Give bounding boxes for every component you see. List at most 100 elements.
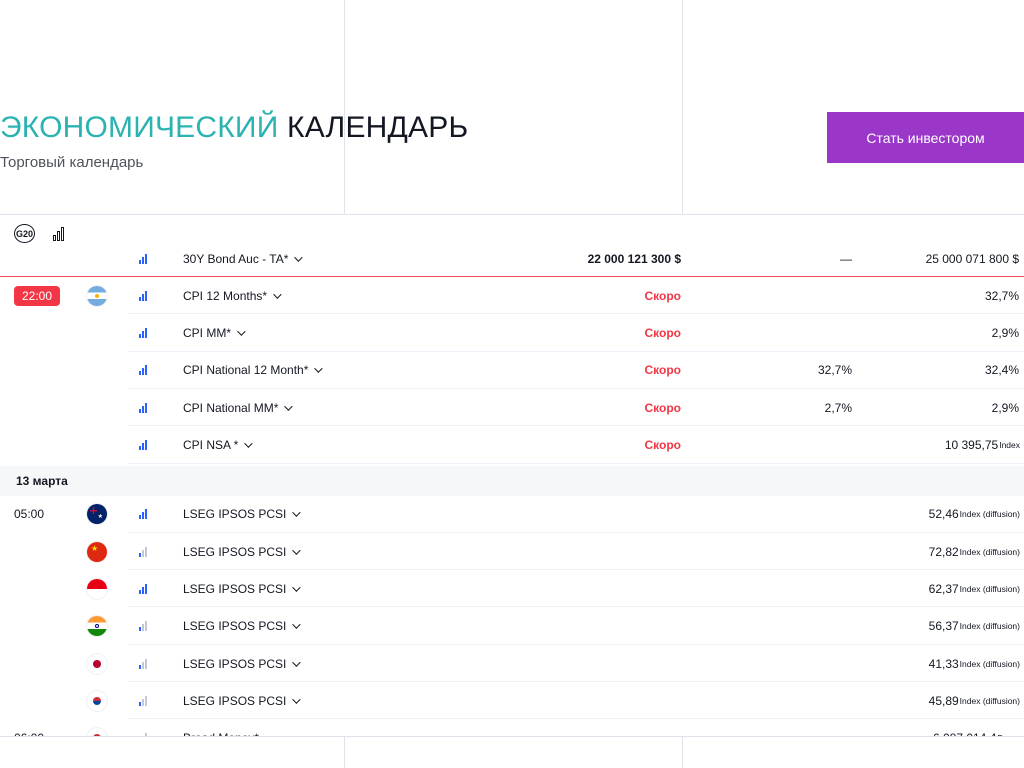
footer-strip	[0, 736, 1024, 768]
country-cell	[86, 389, 108, 426]
country-cell: ★	[86, 496, 108, 533]
become-investor-button[interactable]: Стать инвестором	[827, 112, 1024, 163]
time-cell	[14, 682, 74, 719]
chevron-down-icon[interactable]	[273, 290, 282, 299]
importance-cell	[139, 570, 153, 607]
chevron-down-icon[interactable]	[292, 657, 302, 667]
country-cell	[86, 682, 108, 719]
indonesia-flag-icon	[87, 578, 107, 599]
event-name[interactable]: CPI NSA *	[183, 427, 483, 464]
event-name[interactable]: LSEG IPSOS PCSI	[183, 645, 483, 682]
event-name[interactable]: Broad Money*	[183, 720, 483, 737]
table-row[interactable]: CPI MM* Скоро 2,9%	[0, 315, 1024, 352]
country-cell	[86, 240, 108, 277]
header-divider	[0, 214, 1024, 215]
chevron-down-icon[interactable]	[292, 545, 302, 555]
importance-filter-icon[interactable]	[53, 226, 64, 241]
china-flag-icon: ★	[87, 541, 107, 562]
importance-cell	[139, 277, 153, 314]
event-name[interactable]: 30Y Bond Auc - TA*	[183, 240, 483, 277]
row-divider	[128, 462, 1024, 464]
table-row[interactable]: LSEG IPSOS PCSI 41,33 Index (diffusion)	[0, 645, 1024, 682]
prior-cell: 41,33 Index (diffusion)	[929, 645, 1020, 682]
page-title-rest: КАЛЕНДАРЬ	[287, 111, 469, 144]
event-name[interactable]: LSEG IPSOS PCSI	[183, 533, 483, 570]
forecast-value: 32,7%	[817, 363, 852, 378]
calendar-table: 30Y Bond Auc - TA* 22 000 121 300 $ — 25 00…	[0, 240, 1024, 737]
prior-value: 32,4%	[984, 363, 1019, 378]
table-row[interactable]: 22:00 CPI 12 Months* Скоро 32,7%	[0, 277, 1024, 315]
prior-cell: 32,7%	[985, 277, 1020, 314]
prior-cell: 2,9%	[992, 389, 1020, 426]
chevron-down-icon[interactable]	[294, 252, 304, 262]
date-header: 13 марта	[0, 465, 1024, 496]
event-name[interactable]: CPI National MM*	[183, 389, 483, 426]
chevron-down-icon[interactable]	[244, 439, 254, 448]
prior-value: 72,82	[928, 544, 959, 559]
event-name[interactable]: LSEG IPSOS PCSI	[183, 682, 483, 719]
country-cell: ★	[86, 533, 108, 570]
prior-unit: Index (diffusion)	[959, 583, 1020, 594]
event-name[interactable]: CPI MM*	[183, 315, 483, 352]
event-name[interactable]: CPI National 12 Month*	[183, 352, 483, 389]
table-row[interactable]: LSEG IPSOS PCSI 56,37 Index (diffusion)	[0, 608, 1024, 645]
prior-unit: Index (diffusion)	[959, 621, 1020, 632]
prior-unit: Index (diffusion)	[959, 695, 1020, 706]
importance-icon	[139, 253, 147, 264]
prior-value: 52,46	[928, 507, 959, 522]
event-name[interactable]: CPI 12 Months*	[183, 277, 483, 314]
importance-icon	[139, 695, 147, 706]
chevron-down-icon[interactable]	[314, 364, 324, 374]
table-row[interactable]: CPI National MM* Скоро 2,7% 2,9%	[0, 389, 1024, 427]
event-name[interactable]: LSEG IPSOS PCSI	[183, 496, 483, 533]
grid-line	[682, 737, 683, 768]
chevron-down-icon[interactable]	[292, 695, 302, 704]
page-title-accent: ЭКОНОМИЧЕСКИЙ	[0, 111, 279, 144]
event-label: LSEG IPSOS PCSI	[183, 619, 287, 634]
country-cell	[86, 720, 108, 737]
importance-cell	[139, 315, 153, 352]
event-label: LSEG IPSOS PCSI	[183, 693, 287, 708]
importance-cell	[139, 389, 153, 426]
importance-cell	[139, 496, 153, 533]
importance-cell	[139, 645, 153, 682]
table-row[interactable]: LSEG IPSOS PCSI 62,37 Index (diffusion)	[0, 570, 1024, 608]
table-row[interactable]: ★ LSEG IPSOS PCSI 72,82 Index (diffusion)	[0, 533, 1024, 571]
importance-icon	[139, 328, 147, 339]
importance-cell	[139, 533, 153, 570]
table-row[interactable]: CPI National 12 Month* Скоро 32,7% 32,4%	[0, 352, 1024, 389]
table-row[interactable]: LSEG IPSOS PCSI 45,89 Index (diffusion)	[0, 682, 1024, 720]
importance-icon	[139, 402, 147, 413]
prior-unit: Index (diffusion)	[959, 509, 1020, 520]
prior-unit: Index (diffusion)	[959, 546, 1020, 557]
australia-flag-icon: ★	[87, 504, 107, 525]
chevron-down-icon[interactable]	[292, 620, 302, 630]
actual-value: Скоро	[644, 326, 681, 341]
chevron-down-icon[interactable]	[284, 402, 294, 411]
chevron-down-icon[interactable]	[292, 583, 302, 592]
prior-cell: 72,82 Index (diffusion)	[929, 533, 1020, 570]
chevron-down-icon[interactable]	[292, 508, 302, 518]
page-title: ЭКОНОМИЧЕСКИЙ КАЛЕНДАРЬ	[0, 108, 468, 148]
prior-value: 2,9%	[991, 326, 1019, 341]
importance-icon	[139, 509, 147, 520]
actual-value: Скоро	[644, 363, 681, 378]
japan-flag-icon	[87, 653, 107, 674]
event-name[interactable]: LSEG IPSOS PCSI	[183, 570, 483, 607]
country-cell	[86, 427, 108, 464]
table-row[interactable]: 30Y Bond Auc - TA* 22 000 121 300 $ — 25 00…	[0, 240, 1024, 277]
event-name[interactable]: LSEG IPSOS PCSI	[183, 608, 483, 645]
importance-cell	[139, 427, 153, 464]
time-cell	[14, 315, 74, 352]
prior-cell: 6 087 014,4B крw	[933, 720, 1020, 737]
table-row[interactable]: 06:00 Broad Money* 6 087 014,4B крw	[0, 720, 1024, 737]
event-label: CPI NSA *	[183, 438, 239, 452]
event-time: 05:00	[14, 507, 45, 522]
chevron-down-icon[interactable]	[237, 327, 246, 336]
table-row[interactable]: 05:00 ★ LSEG IPSOS PCSI 52,46 Index (diffusi…	[0, 496, 1024, 533]
country-cell	[86, 277, 108, 314]
importance-icon	[139, 290, 147, 301]
prior-unit: Index	[999, 440, 1020, 450]
table-row[interactable]: CPI NSA * Скоро 10 395,75 Index	[0, 427, 1024, 464]
prior-value: 25 000 071 800 $	[925, 251, 1019, 266]
